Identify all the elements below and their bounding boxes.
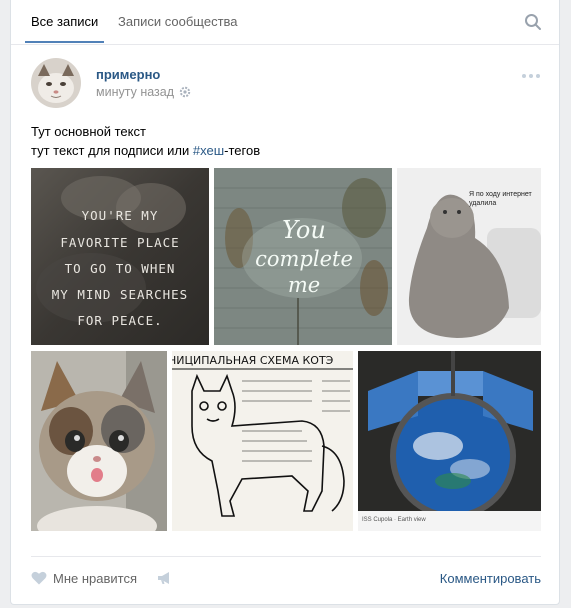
more-options-icon[interactable] [521, 73, 541, 79]
photo-iss-cupola[interactable]: ISS Cupola · Earth view [358, 351, 541, 531]
photo-kitten[interactable] [31, 351, 167, 531]
post-author[interactable]: примерно [96, 67, 160, 82]
hashtag-link[interactable]: #хеш [193, 143, 224, 158]
like-button[interactable]: Мне нравится [53, 571, 137, 586]
tab-all-posts[interactable]: Все записи [31, 14, 98, 29]
tab-community-posts[interactable]: Записи сообщества [118, 14, 238, 29]
quote-line-1: YOU'RE MY [82, 208, 159, 223]
heart-icon[interactable] [31, 571, 47, 585]
search-icon[interactable] [524, 13, 542, 31]
seal-caption-1: Я по ходу интернет [469, 191, 533, 198]
neon-line-2: complete [255, 247, 353, 271]
quote-line-5: FOR PEACE. [77, 313, 162, 328]
post-text-line-2: тут текст для подписи или #хеш-тегов [31, 141, 260, 160]
tabs-bar: Все записи Записи сообщества [11, 0, 559, 45]
avatar[interactable] [31, 58, 81, 108]
quote-line-3: TO GO TO WHEN [65, 261, 176, 276]
scheme-title: НИЦИПАЛЬНАЯ СХЕМА КОТЭ [172, 354, 334, 367]
neon-line-1: You [282, 216, 326, 244]
neon-line-3: me [288, 273, 320, 297]
space-caption: ISS Cupola · Earth view [362, 517, 426, 523]
photo-quote[interactable]: YOU'RE MY FAVORITE PLACE TO GO TO WHEN M… [31, 168, 209, 345]
seal-caption-2: удалила [469, 200, 496, 207]
post-text-suffix: -тегов [224, 143, 261, 158]
post-text-prefix: тут текст для подписи или [31, 143, 193, 158]
megaphone-icon[interactable] [157, 571, 173, 585]
quote-line-2: FAVORITE PLACE [60, 235, 179, 250]
actions-divider [31, 556, 541, 557]
post-card: Все записи Записи сообщества примерно ми… [10, 0, 560, 605]
post-time[interactable]: минуту назад [96, 85, 174, 99]
comment-button[interactable]: Комментировать [440, 571, 541, 586]
post-text-line-1: Тут основной текст [31, 124, 146, 139]
photo-cat-scheme[interactable]: НИЦИПАЛЬНАЯ СХЕМА КОТЭ [172, 351, 353, 531]
post-text: Тут основной текст тут текст для подписи… [31, 122, 260, 160]
quote-line-4: MY MIND SEARCHES [52, 287, 188, 302]
active-tab-indicator [25, 41, 104, 43]
photo-neon[interactable]: You complete me [214, 168, 392, 345]
gear-icon[interactable] [179, 86, 191, 98]
photo-seal[interactable]: Я по ходу интернет удалила [397, 168, 541, 345]
